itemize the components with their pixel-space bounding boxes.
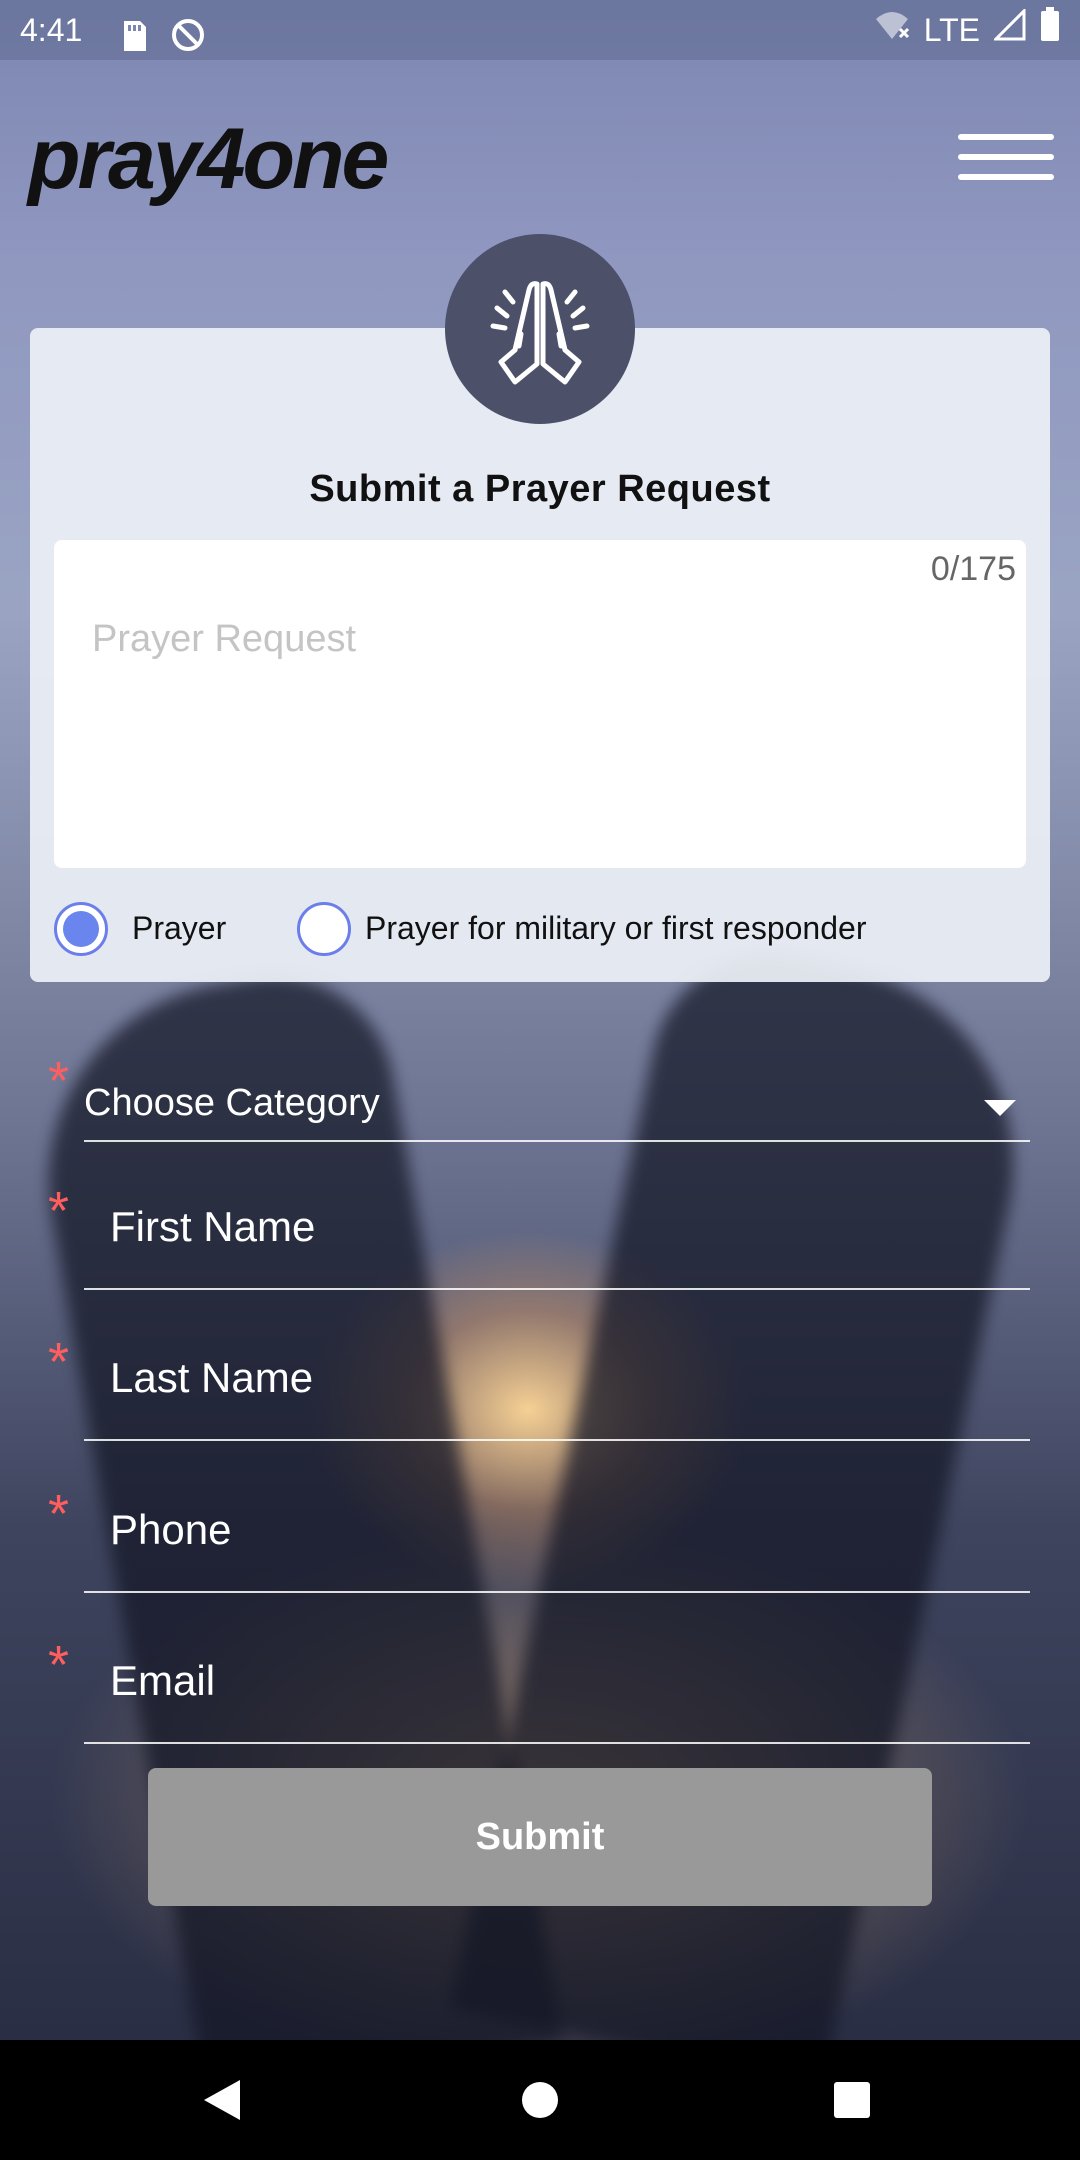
prayer-request-placeholder: Prayer Request xyxy=(92,618,357,660)
radio-prayer-label[interactable]: Prayer xyxy=(132,910,226,947)
status-bar: 4:41 LTE xyxy=(0,0,1080,60)
email-label: Email xyxy=(110,1657,216,1704)
status-time: 4:41 xyxy=(20,12,83,48)
signal-icon xyxy=(992,0,1026,60)
category-label: Choose Category xyxy=(84,1082,380,1124)
praying-hands-icon xyxy=(445,234,635,424)
last-name-label: Last Name xyxy=(110,1354,314,1401)
radio-military-first-responder-label[interactable]: Prayer for military or first responder xyxy=(365,910,866,947)
app-logo: pray4one xyxy=(28,111,389,207)
email-field[interactable]: Email xyxy=(84,1634,1030,1744)
category-dropdown[interactable]: Choose Category xyxy=(84,1070,1030,1142)
network-type: LTE xyxy=(923,12,980,48)
card-title: Submit a Prayer Request xyxy=(309,468,771,510)
first-name-label: First Name xyxy=(110,1203,316,1250)
required-marker: * xyxy=(48,1332,70,1392)
radio-prayer[interactable] xyxy=(54,902,108,956)
phone-field[interactable]: Phone xyxy=(84,1483,1030,1593)
required-marker: * xyxy=(48,1181,70,1241)
sd-card-icon xyxy=(118,12,148,72)
submit-button[interactable]: Submit xyxy=(148,1768,932,1906)
hamburger-menu-icon[interactable] xyxy=(956,130,1056,184)
home-icon[interactable] xyxy=(522,2082,558,2118)
data-saver-icon xyxy=(170,12,206,72)
prayer-type-group: Prayer Prayer for military or first resp… xyxy=(54,900,1034,964)
wifi-off-icon xyxy=(874,0,910,60)
system-nav-bar xyxy=(0,2040,1080,2160)
prayer-request-textarea[interactable]: 0/175 Prayer Request xyxy=(54,540,1026,868)
dropdown-caret-icon xyxy=(984,1100,1016,1116)
first-name-field[interactable]: First Name xyxy=(84,1180,1030,1290)
radio-military-first-responder[interactable] xyxy=(297,902,351,956)
phone-label: Phone xyxy=(110,1506,232,1553)
recents-icon[interactable] xyxy=(834,2082,870,2118)
last-name-field[interactable]: Last Name xyxy=(84,1331,1030,1441)
back-icon[interactable] xyxy=(204,2080,240,2120)
battery-icon xyxy=(1040,0,1060,60)
required-marker: * xyxy=(48,1635,70,1695)
character-counter: 0/175 xyxy=(930,550,1016,588)
required-marker: * xyxy=(48,1051,70,1111)
required-marker: * xyxy=(48,1484,70,1544)
